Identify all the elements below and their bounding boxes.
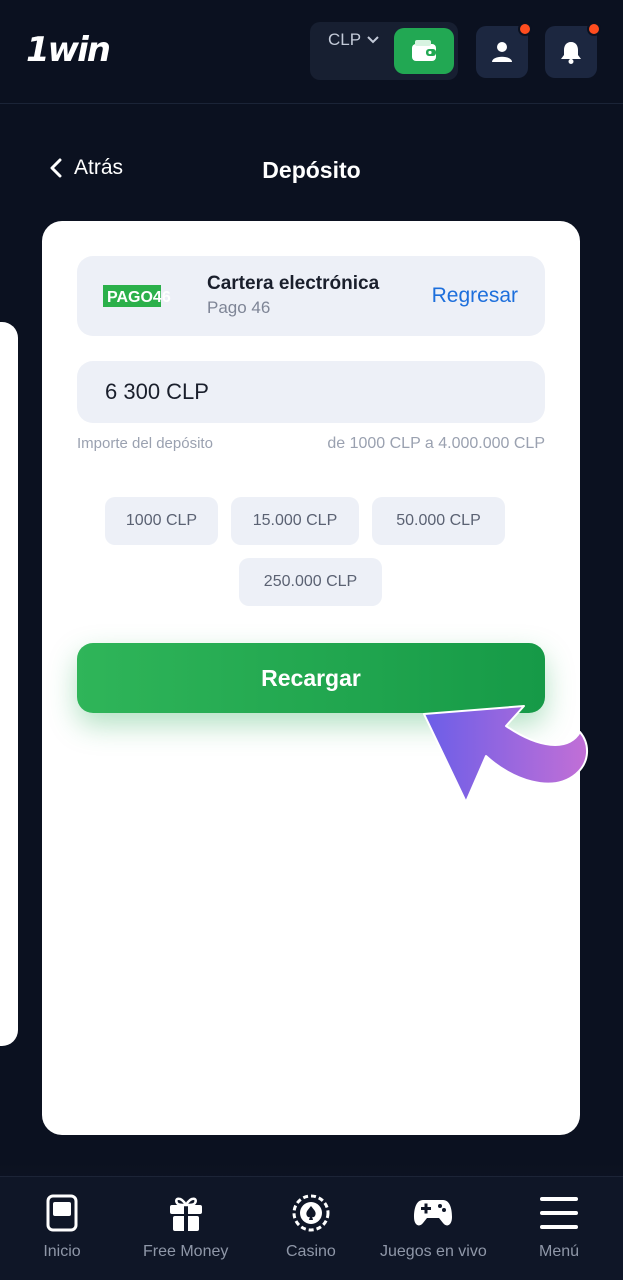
nav-label: Casino (286, 1243, 336, 1260)
nav-item-juegos-en-vivo[interactable]: Juegos en vivo (380, 1193, 487, 1261)
nav-label: Free Money (143, 1243, 229, 1260)
notifications-button[interactable] (545, 22, 601, 78)
gift-icon (166, 1193, 206, 1233)
bell-icon (561, 42, 581, 64)
pointer-arrow-icon (423, 705, 588, 803)
nav-label: Menú (539, 1243, 580, 1260)
method-provider: Pago 46 (207, 298, 271, 317)
nav-item-free-money[interactable]: Free Money (143, 1193, 228, 1261)
amount-range: de 1000 CLP a 4.000.000 CLP (327, 435, 545, 452)
side-panel (0, 322, 18, 1046)
method-name: Cartera electrónica (207, 273, 380, 294)
wallet-button[interactable] (394, 28, 454, 74)
change-method-button[interactable]: Regresar (432, 284, 518, 308)
wallet-widget: CLP (310, 22, 458, 80)
preset-amount-button[interactable]: 15.000 CLP (231, 497, 359, 545)
amount-input[interactable] (77, 361, 545, 423)
nav-label: Inicio (43, 1243, 81, 1260)
deposit-card: PAGO46 Cartera electrónica Pago 46 Regre… (42, 221, 580, 1135)
nav-item-inicio[interactable]: Inicio (42, 1193, 82, 1261)
page-title: Depósito (262, 157, 361, 183)
brand-logo[interactable]: 1win (26, 30, 111, 70)
currency-label: CLP (328, 30, 362, 49)
svg-text:PAGO46: PAGO46 (107, 289, 171, 306)
amount-label: Importe del depósito (77, 435, 213, 452)
wallet-icon (412, 40, 436, 61)
preset-amount-button[interactable]: 50.000 CLP (372, 497, 505, 545)
casino-chip-icon (291, 1193, 331, 1233)
currency-selector[interactable]: CLP (328, 30, 379, 50)
bottom-navigation: Inicio Free Money Casino Juegos en vivo … (0, 1176, 623, 1280)
top-header: 1win CLP (0, 0, 623, 104)
preset-amount-button[interactable]: 1000 CLP (105, 497, 218, 545)
profile-button[interactable] (476, 22, 532, 78)
notification-dot (587, 22, 601, 36)
gamepad-icon (413, 1193, 453, 1233)
hamburger-menu-icon (539, 1193, 579, 1233)
pago46-logo: PAGO46 (103, 285, 171, 307)
nav-item-casino[interactable]: Casino (286, 1193, 336, 1261)
payment-method: PAGO46 Cartera electrónica Pago 46 Regre… (77, 256, 545, 336)
nav-label: Juegos en vivo (380, 1243, 487, 1260)
chevron-down-icon (367, 36, 379, 44)
preset-amount-button[interactable]: 250.000 CLP (239, 558, 382, 606)
nav-item-menu[interactable]: Menú (539, 1193, 579, 1261)
notification-dot (518, 22, 532, 36)
user-icon (492, 42, 512, 62)
home-icon (42, 1193, 82, 1233)
